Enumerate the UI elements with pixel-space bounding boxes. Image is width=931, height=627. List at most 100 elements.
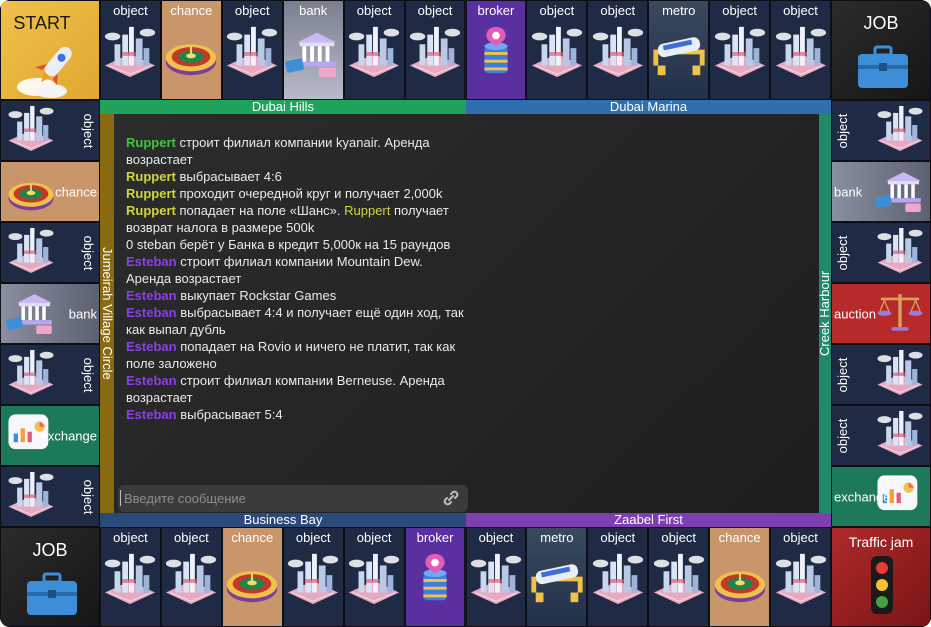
city-art (101, 23, 159, 86)
board-cell-bank[interactable]: bank (282, 0, 344, 100)
link-icon[interactable] (442, 489, 460, 507)
city-icon (105, 26, 156, 78)
board-cell-object[interactable]: object (0, 344, 100, 405)
chat-input[interactable]: Введите сообщение (118, 485, 468, 512)
city-icon (8, 471, 54, 517)
board-cell-metro[interactable]: metro (526, 527, 588, 627)
chat-log[interactable]: Ruppert строит филиал компании kyanair. … (126, 134, 466, 423)
cell-label: object (478, 530, 514, 545)
bank-icon (285, 32, 337, 78)
board-cell-object[interactable]: object (709, 0, 771, 100)
cell-label: object (539, 3, 575, 18)
city-icon (877, 105, 923, 151)
cell-label: metro (662, 3, 696, 18)
scales-icon (877, 293, 923, 331)
cell-label: object (81, 113, 96, 148)
roulette-art (711, 550, 769, 613)
roulette-icon (227, 571, 278, 603)
city-icon (166, 553, 217, 605)
board-cell-object[interactable]: object (282, 527, 344, 627)
board-cell-object[interactable]: object (831, 222, 931, 283)
cell-label: object (600, 530, 636, 545)
group-zaabel-first: Zaabel First (466, 513, 831, 527)
city-icon (348, 553, 400, 605)
city-art (5, 102, 57, 159)
board-cell-metro[interactable]: metro (648, 0, 710, 100)
message-text: выбрасывает 4:4 и получает ещё один ход,… (126, 305, 464, 337)
board-cell-object[interactable]: object (0, 100, 100, 161)
board-cell-object[interactable]: object (831, 405, 931, 466)
bank-art (5, 285, 57, 342)
roulette-icon (8, 182, 54, 210)
board-cell-object[interactable]: object (648, 527, 710, 627)
bank-icon (875, 171, 921, 212)
bank-art (874, 163, 926, 220)
board-cell-object[interactable]: object (0, 466, 100, 527)
board-cell-object[interactable]: object (100, 527, 161, 627)
board-cell-broker[interactable]: broker (465, 0, 527, 100)
board-cell-object[interactable]: object (160, 527, 222, 627)
city-art (5, 346, 57, 403)
scales-art (874, 285, 926, 342)
city-icon (8, 349, 54, 395)
board-cell-object[interactable]: object (0, 222, 100, 283)
board-cell-chance[interactable]: chance (0, 161, 100, 222)
city-art (284, 550, 342, 613)
player-name: Esteban (126, 254, 177, 269)
roulette-art (223, 550, 281, 613)
city-icon (653, 553, 704, 605)
city-icon (470, 553, 522, 605)
job-label-bottom: JOB (32, 540, 68, 560)
board-cell-object[interactable]: object (526, 0, 588, 100)
roulette-art (162, 23, 220, 86)
board-cell-object[interactable]: object (587, 0, 649, 100)
corner-job-top[interactable]: JOB (831, 0, 931, 100)
cell-label: object (356, 530, 392, 545)
city-art (5, 224, 57, 281)
board-cell-object[interactable]: object (100, 0, 161, 100)
message-text: проходит очередной круг и получает 2,000… (175, 186, 443, 201)
player-name: Ruppert (126, 169, 176, 184)
board-cell-object[interactable]: object (831, 344, 931, 405)
city-art (345, 23, 403, 86)
cell-label: auction (834, 306, 876, 321)
board-cell-object[interactable]: object (221, 0, 283, 100)
city-icon (227, 26, 278, 78)
corner-traffic-jam[interactable]: Traffic jam (831, 527, 931, 627)
board-cell-exchange[interactable]: exchange (831, 466, 931, 527)
board-cell-object[interactable]: object (587, 527, 649, 627)
corner-job-bottom[interactable]: JOB (0, 527, 100, 627)
chat-input-placeholder: Введите сообщение (124, 491, 246, 506)
city-icon (877, 349, 923, 395)
board-cell-chance[interactable]: chance (160, 0, 222, 100)
city-art (345, 550, 403, 613)
traffic-jam-label: Traffic jam (848, 534, 914, 550)
corner-start[interactable]: START (0, 0, 100, 100)
group-creek-harbour: Creek Harbour (817, 114, 832, 513)
board-cell-object[interactable]: object (770, 0, 831, 100)
player-name: Esteban (126, 305, 177, 320)
board-cell-auction[interactable]: auction (831, 283, 931, 344)
city-art (711, 23, 769, 86)
city-art (874, 346, 926, 403)
board-cell-broker[interactable]: broker (404, 527, 466, 627)
board-cell-chance[interactable]: chance (221, 527, 283, 627)
cell-label: object (356, 3, 392, 18)
board-cell-chance[interactable]: chance (709, 527, 771, 627)
rocket-icon (17, 46, 72, 98)
chat-message: Esteban выбрасывает 4:4 и получает ещё о… (126, 304, 466, 338)
message-text: выкупает Rockstar Games (176, 288, 337, 303)
board-cell-exchange[interactable]: exchange (0, 405, 100, 466)
board-cell-object[interactable]: object (770, 527, 831, 627)
board-cell-object[interactable]: object (343, 0, 405, 100)
board-cell-object[interactable]: object (831, 100, 931, 161)
board-cell-bank[interactable]: bank (831, 161, 931, 222)
board-cell-object[interactable]: object (343, 527, 405, 627)
board-cell-object[interactable]: object (404, 0, 466, 100)
board-cell-bank[interactable]: bank (0, 283, 100, 344)
cell-label: bank (68, 306, 97, 321)
broker-art (467, 23, 525, 86)
city-art (101, 550, 159, 613)
city-art (650, 550, 708, 613)
board-cell-object[interactable]: object (465, 527, 527, 627)
